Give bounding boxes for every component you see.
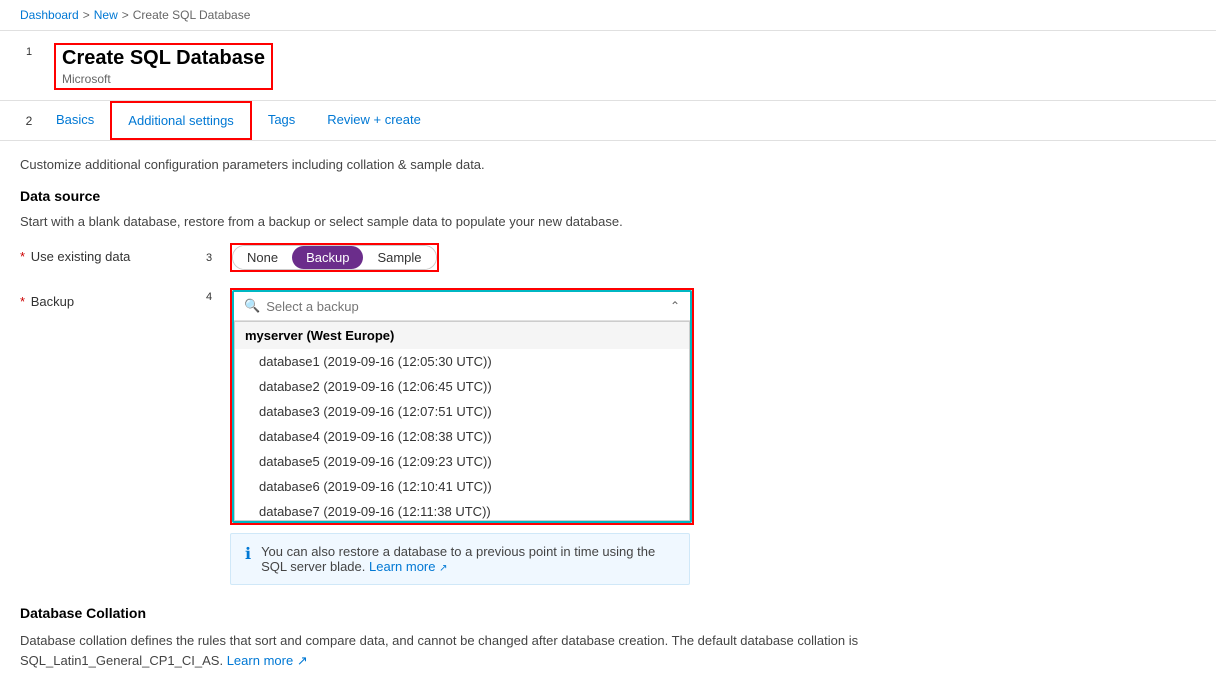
breadcrumb-dashboard[interactable]: Dashboard	[20, 8, 79, 22]
tab-wrapper-tags: Tags	[252, 102, 311, 139]
use-existing-data-annotation: None Backup Sample	[230, 243, 439, 272]
backup-item-6[interactable]: database7 (2019-09-16 (12:11:38 UTC))	[235, 499, 689, 521]
option-none[interactable]: None	[233, 246, 292, 269]
backup-item-2[interactable]: database3 (2019-09-16 (12:07:51 UTC))	[235, 399, 689, 424]
page-number-label: 1	[20, 43, 38, 61]
collation-section: Database Collation Database collation de…	[20, 605, 880, 670]
tab-additional-settings[interactable]: Additional settings	[110, 101, 252, 140]
collation-title: Database Collation	[20, 605, 880, 621]
data-source-description: Start with a blank database, restore fro…	[20, 214, 880, 229]
use-existing-data-label: * Use existing data	[20, 243, 200, 264]
backup-dropdown-annotation: 🔍 ⌃ myserver (West Europe) database1 (20…	[230, 288, 694, 525]
page-description: Customize additional configuration param…	[20, 157, 880, 172]
backup-item-0[interactable]: database1 (2019-09-16 (12:05:30 UTC))	[235, 349, 689, 374]
backup-dropdown: 🔍 ⌃ myserver (West Europe) database1 (20…	[232, 290, 692, 523]
backup-list[interactable]: myserver (West Europe) database1 (2019-0…	[234, 321, 690, 521]
tab-tags[interactable]: Tags	[252, 102, 311, 139]
backup-label: * Backup	[20, 288, 200, 309]
breadcrumb-current: Create SQL Database	[133, 8, 251, 22]
chevron-up-icon[interactable]: ⌃	[670, 299, 680, 313]
backup-server-label: myserver (West Europe)	[235, 322, 689, 349]
page-subtitle: Microsoft	[62, 72, 265, 86]
data-source-title: Data source	[20, 188, 880, 204]
tab-wrapper-additional: Additional settings	[110, 101, 252, 140]
tab-basics[interactable]: Basics	[40, 102, 110, 139]
tabs-bar: 2 Basics Additional settings Tags Review…	[0, 101, 1216, 141]
page-title: Create SQL Database	[62, 47, 265, 70]
backup-item-4[interactable]: database5 (2019-09-16 (12:09:23 UTC))	[235, 449, 689, 474]
external-link-icon: ↗	[439, 563, 447, 574]
tab-wrapper-review: Review + create	[311, 102, 437, 139]
use-existing-data-row: * Use existing data 3 None Backup Sample	[20, 243, 880, 272]
info-text: You can also restore a database to a pre…	[261, 544, 675, 574]
backup-number: 4	[200, 288, 218, 306]
backup-content: 4 🔍 ⌃ myserver (West Europe) database1 (	[200, 288, 880, 585]
collation-description: Database collation defines the rules tha…	[20, 631, 880, 670]
backup-search-input[interactable]	[266, 299, 664, 314]
option-backup[interactable]: Backup	[292, 246, 363, 269]
breadcrumb-new[interactable]: New	[94, 8, 118, 22]
option-sample[interactable]: Sample	[363, 246, 435, 269]
main-content: Customize additional configuration param…	[0, 141, 900, 686]
tab-review-create[interactable]: Review + create	[311, 102, 437, 139]
page-header: 1 Create SQL Database Microsoft	[0, 31, 1216, 101]
search-icon: 🔍	[244, 298, 260, 314]
tab-wrapper-basics: Basics	[40, 102, 110, 139]
page-title-wrapper: Create SQL Database Microsoft	[54, 43, 273, 90]
use-existing-number: 3	[200, 249, 218, 267]
backup-item-1[interactable]: database2 (2019-09-16 (12:06:45 UTC))	[235, 374, 689, 399]
tabs-number-label: 2	[20, 112, 38, 130]
info-learn-more-link[interactable]: Learn more ↗	[369, 559, 448, 574]
collation-external-link-icon: ↗	[297, 653, 308, 668]
use-existing-data-content: 3 None Backup Sample	[200, 243, 880, 272]
data-source-button-group: None Backup Sample	[232, 245, 437, 270]
backup-item-5[interactable]: database6 (2019-09-16 (12:10:41 UTC))	[235, 474, 689, 499]
backup-item-3[interactable]: database4 (2019-09-16 (12:08:38 UTC))	[235, 424, 689, 449]
breadcrumb: Dashboard > New > Create SQL Database	[0, 0, 1216, 31]
backup-row: * Backup 4 🔍 ⌃ myserver (	[20, 288, 880, 585]
backup-search-bar: 🔍 ⌃	[234, 292, 690, 321]
info-box: ℹ You can also restore a database to a p…	[230, 533, 690, 585]
collation-learn-more-link[interactable]: Learn more ↗	[227, 653, 308, 668]
info-icon: ℹ	[245, 544, 251, 574]
